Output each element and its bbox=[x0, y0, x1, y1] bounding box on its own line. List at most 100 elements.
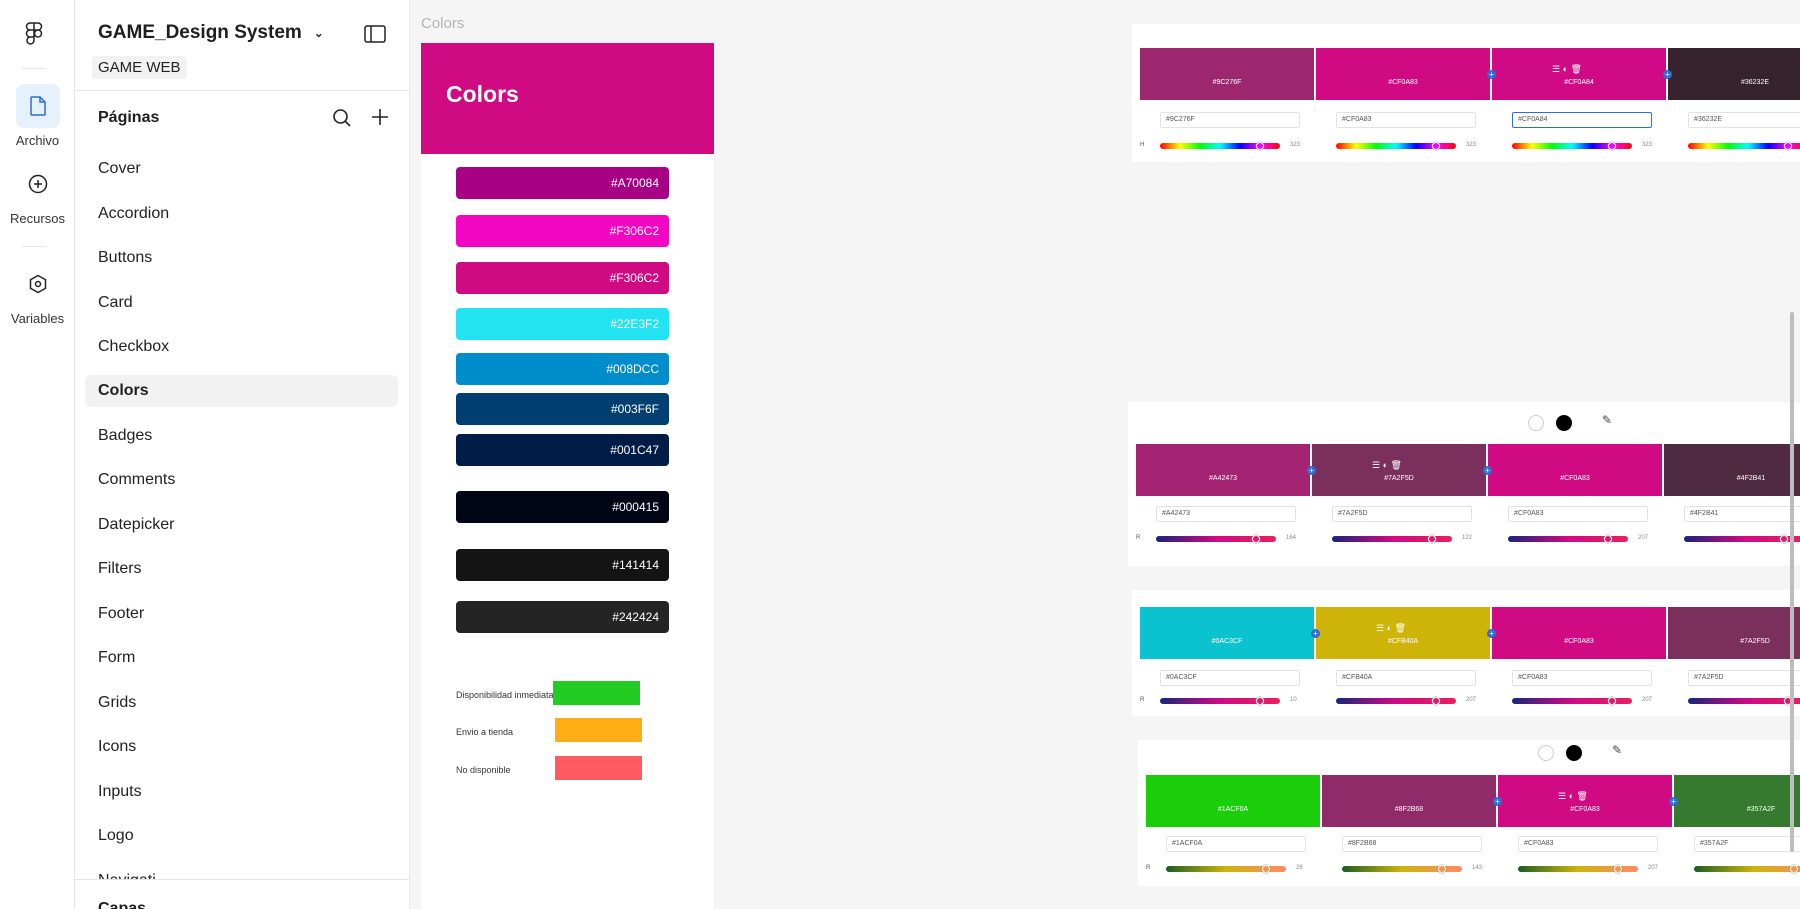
channel-slider[interactable] bbox=[1684, 535, 1800, 543]
black-swatch-icon[interactable] bbox=[1566, 745, 1582, 761]
page-item[interactable]: Datepicker bbox=[85, 506, 398, 551]
add-stop-icon[interactable]: + bbox=[1487, 629, 1496, 638]
color-cell[interactable]: #1ACF0A bbox=[1146, 775, 1320, 827]
add-stop-icon[interactable]: + bbox=[1487, 70, 1496, 79]
hex-input[interactable]: #8F2B68 bbox=[1342, 836, 1482, 852]
channel-slider[interactable] bbox=[1688, 697, 1800, 705]
hex-input[interactable]: #4F2B41 bbox=[1684, 506, 1800, 522]
channel-slider[interactable] bbox=[1332, 535, 1452, 543]
color-swatch[interactable]: #22E3F2 bbox=[456, 308, 669, 340]
color-swatch[interactable]: #001C47 bbox=[456, 434, 669, 466]
color-cell[interactable]: #357A2F bbox=[1674, 775, 1800, 827]
slider-knob[interactable] bbox=[1432, 142, 1440, 150]
color-cell[interactable]: #7A2F5D bbox=[1668, 607, 1800, 659]
add-stop-icon[interactable]: + bbox=[1311, 629, 1320, 638]
hex-input[interactable]: #1ACF0A bbox=[1166, 836, 1306, 852]
page-item[interactable]: Form bbox=[85, 639, 398, 684]
canvas-scrollbar[interactable] bbox=[1790, 312, 1794, 852]
slider-knob[interactable] bbox=[1608, 142, 1616, 150]
add-stop-icon[interactable]: + bbox=[1663, 70, 1672, 79]
add-stop-icon[interactable]: + bbox=[1669, 797, 1678, 806]
hex-input[interactable]: #0AC3CF bbox=[1160, 670, 1300, 686]
slider-knob[interactable] bbox=[1438, 865, 1446, 873]
color-picker-strip[interactable]: #0AC3CF #0AC3CF 10 #CFB40A ☰ ◐ 🗑 #CFB40A 207 #C… bbox=[1132, 590, 1800, 716]
color-cell[interactable]: #4F2B41 bbox=[1664, 444, 1800, 496]
layers-section[interactable]: Capas bbox=[75, 879, 409, 909]
color-swatch[interactable]: #141414 bbox=[456, 549, 669, 581]
page-item[interactable]: Cover bbox=[85, 150, 398, 195]
color-picker-strip[interactable]: #9C276F #9C276F 323 #CF0A83 #CF0A83 323 #CF0A8… bbox=[1132, 24, 1800, 162]
page-item[interactable]: Badges bbox=[85, 417, 398, 462]
frame-label[interactable]: Colors bbox=[421, 15, 464, 32]
channel-slider[interactable] bbox=[1166, 865, 1286, 873]
hex-input[interactable]: #CF0A84 bbox=[1512, 112, 1652, 128]
color-cell[interactable]: #9C276F bbox=[1140, 48, 1314, 100]
page-item[interactable]: Icons bbox=[85, 728, 398, 773]
page-item[interactable]: Accordion bbox=[85, 195, 398, 240]
hex-input[interactable]: #A42473 bbox=[1156, 506, 1296, 522]
hex-input[interactable]: #7A2F5D bbox=[1688, 670, 1800, 686]
file-title-menu[interactable]: GAME_Design System ⌄ bbox=[98, 22, 324, 44]
color-cell[interactable]: #CFB40A ☰ ◐ 🗑 bbox=[1316, 607, 1490, 659]
eyedropper-icon[interactable]: ✎ bbox=[1602, 413, 1612, 427]
color-swatch[interactable]: #242424 bbox=[456, 601, 669, 633]
channel-slider[interactable] bbox=[1160, 142, 1280, 150]
eyedropper-icon[interactable]: ✎ bbox=[1612, 743, 1622, 757]
page-item[interactable]: Comments bbox=[85, 461, 398, 506]
color-cell[interactable]: #CF0A83 ☰ ◐ 🗑 bbox=[1498, 775, 1672, 827]
status-swatch[interactable] bbox=[555, 718, 642, 742]
page-item[interactable]: Footer bbox=[85, 595, 398, 640]
slider-knob[interactable] bbox=[1256, 142, 1264, 150]
sidebar-toggle-icon[interactable] bbox=[364, 25, 386, 43]
cell-tools-icons[interactable]: ☰ ◐ 🗑 bbox=[1376, 623, 1406, 634]
channel-slider[interactable] bbox=[1336, 697, 1456, 705]
page-item[interactable]: Filters bbox=[85, 550, 398, 595]
channel-slider[interactable] bbox=[1694, 865, 1800, 873]
channel-slider[interactable] bbox=[1512, 697, 1632, 705]
color-swatch[interactable]: #F306C2 bbox=[456, 215, 669, 247]
slider-knob[interactable] bbox=[1432, 697, 1440, 705]
figma-logo-icon[interactable] bbox=[23, 22, 45, 46]
hex-input[interactable]: #36232E bbox=[1688, 112, 1800, 128]
color-cell[interactable]: #CF0A84 ☰ ◐ 🗑 bbox=[1492, 48, 1666, 100]
slider-knob[interactable] bbox=[1784, 142, 1792, 150]
hex-input[interactable]: #9C276F bbox=[1160, 112, 1300, 128]
channel-slider[interactable] bbox=[1160, 697, 1280, 705]
slider-knob[interactable] bbox=[1614, 865, 1622, 873]
add-page-icon[interactable] bbox=[370, 107, 390, 127]
add-stop-icon[interactable]: + bbox=[1493, 797, 1502, 806]
hex-input[interactable]: #357A2F bbox=[1694, 836, 1800, 852]
slider-knob[interactable] bbox=[1256, 697, 1264, 705]
rail-item-recursos[interactable]: Recursos bbox=[0, 162, 75, 226]
channel-slider[interactable] bbox=[1518, 865, 1638, 873]
hex-input[interactable]: #CF0A83 bbox=[1518, 836, 1658, 852]
team-badge[interactable]: GAME WEB bbox=[92, 56, 187, 79]
slider-knob[interactable] bbox=[1608, 697, 1616, 705]
search-icon[interactable] bbox=[332, 108, 352, 128]
status-swatch[interactable] bbox=[555, 756, 642, 780]
cell-tools-icons[interactable]: ☰ ◐ 🗑 bbox=[1552, 64, 1582, 75]
channel-slider[interactable] bbox=[1508, 535, 1628, 543]
color-cell[interactable]: #8F2B68 bbox=[1322, 775, 1496, 827]
hex-input[interactable]: #CF0A83 bbox=[1512, 670, 1652, 686]
canvas[interactable]: Colors Colors #A70084 #F306C2 #F306C2 #22E3… bbox=[410, 0, 1800, 909]
add-stop-icon[interactable]: + bbox=[1307, 466, 1316, 475]
page-item[interactable]: Checkbox bbox=[85, 328, 398, 373]
page-item[interactable]: Card bbox=[85, 284, 398, 329]
channel-slider[interactable] bbox=[1688, 142, 1800, 150]
color-cell[interactable]: #CF0A83 bbox=[1488, 444, 1662, 496]
status-swatch[interactable] bbox=[553, 681, 640, 705]
slider-knob[interactable] bbox=[1262, 865, 1270, 873]
slider-knob[interactable] bbox=[1428, 535, 1436, 543]
add-stop-icon[interactable]: + bbox=[1483, 466, 1492, 475]
white-swatch-icon[interactable] bbox=[1528, 415, 1544, 431]
color-cell[interactable]: #0AC3CF bbox=[1140, 607, 1314, 659]
color-swatch[interactable]: #003F6F bbox=[456, 393, 669, 425]
page-item[interactable]: Colors bbox=[85, 374, 398, 407]
hex-input[interactable]: #CF0A83 bbox=[1336, 112, 1476, 128]
color-swatch[interactable]: #F306C2 bbox=[456, 262, 669, 294]
color-cell[interactable]: #7A2F5D ☰ ◐ 🗑 bbox=[1312, 444, 1486, 496]
white-swatch-icon[interactable] bbox=[1538, 745, 1554, 761]
cell-tools-icons[interactable]: ☰ ◐ 🗑 bbox=[1372, 460, 1402, 471]
slider-knob[interactable] bbox=[1780, 535, 1788, 543]
